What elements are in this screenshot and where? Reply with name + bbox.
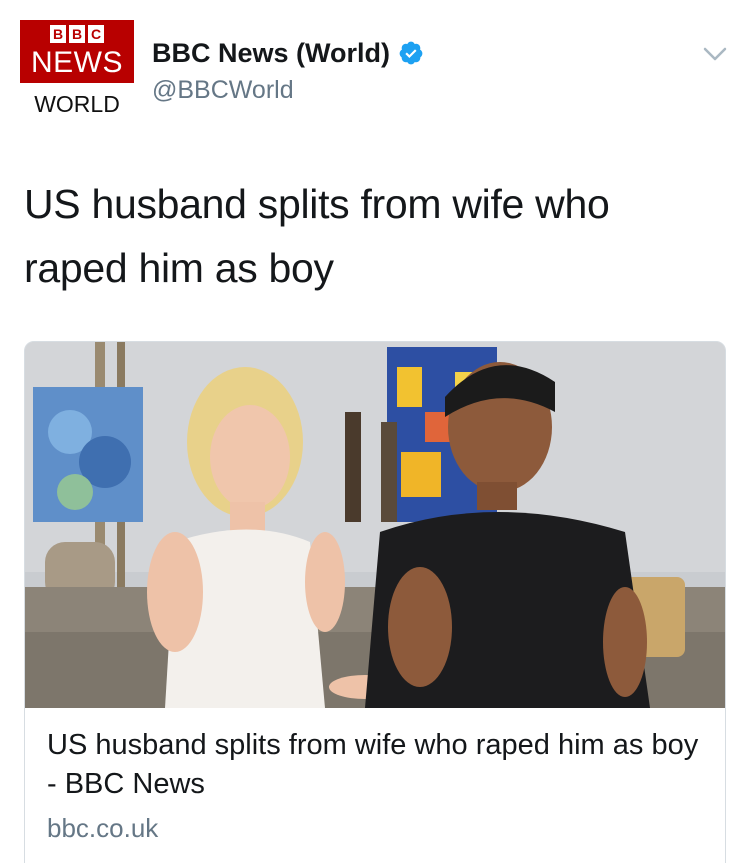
bbc-logo-news: NEWS	[31, 46, 123, 79]
bbc-logo-box: B B C NEWS	[20, 20, 134, 83]
bbc-logo-block: B	[69, 25, 85, 43]
verified-badge-icon	[399, 41, 423, 65]
tweet-text: US husband splits from wife who raped hi…	[24, 181, 610, 291]
article-thumbnail-image	[25, 342, 725, 708]
bbc-news-world-avatar[interactable]: B B C NEWS WORLD	[20, 20, 135, 120]
bbc-logo-block: C	[88, 25, 104, 43]
bbc-logo-world: WORLD	[34, 91, 120, 117]
link-preview-card[interactable]: US husband splits from wife who raped hi…	[24, 341, 726, 863]
card-domain: bbc.co.uk	[47, 813, 159, 843]
account-handle[interactable]: @BBCWorld	[152, 75, 294, 105]
bbc-logo-blocks: B B C	[50, 25, 104, 43]
account-name[interactable]: BBC News (World)	[152, 37, 424, 69]
card-title: US husband splits from wife who raped hi…	[47, 729, 699, 800]
chevron-down-icon[interactable]	[702, 45, 728, 63]
bbc-logo-block: B	[50, 25, 66, 43]
account-name-label: BBC News (World)	[152, 38, 391, 68]
